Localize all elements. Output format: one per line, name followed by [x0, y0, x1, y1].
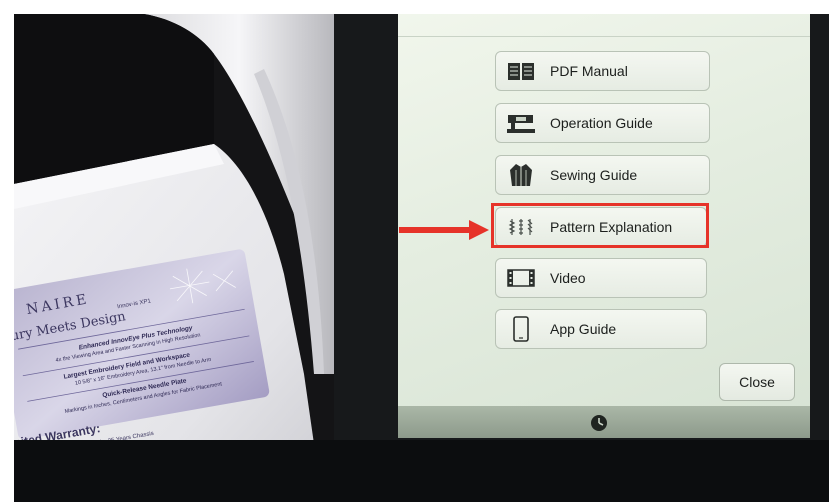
photo: NAIRE Innov-is XP1 ury Meets Design Enha…: [0, 0, 829, 502]
screen-bottom-bar: [398, 406, 810, 438]
highlight-box: [491, 203, 709, 248]
film-icon: [504, 264, 538, 292]
video-button[interactable]: Video: [495, 258, 707, 298]
image-border-top: [0, 0, 829, 14]
arrow-right-icon: [399, 220, 489, 240]
operation-guide-button[interactable]: Operation Guide: [495, 103, 710, 143]
operation-guide-label: Operation Guide: [550, 115, 653, 131]
machine-base-shadow: [14, 440, 829, 502]
app-guide-button[interactable]: App Guide: [495, 309, 707, 349]
video-label: Video: [550, 270, 586, 286]
sewing-guide-label: Sewing Guide: [550, 167, 638, 183]
sewing-guide-button[interactable]: Sewing Guide: [495, 155, 710, 195]
book-icon: [504, 57, 538, 85]
sewing-machine-icon: [504, 109, 538, 137]
phone-icon: [504, 315, 538, 343]
shirt-icon: [504, 161, 538, 189]
clock-icon[interactable]: [590, 414, 608, 432]
close-button[interactable]: Close: [719, 363, 795, 401]
app-guide-label: App Guide: [550, 321, 617, 337]
pdf-manual-button[interactable]: PDF Manual: [495, 51, 710, 91]
sewing-machine-illustration: NAIRE Innov-is XP1 ury Meets Design Enha…: [14, 14, 334, 502]
sewing-machine-body: NAIRE Innov-is XP1 ury Meets Design Enha…: [14, 14, 334, 502]
screen-top-divider: [398, 36, 810, 37]
image-border-left: [0, 0, 14, 502]
pdf-manual-label: PDF Manual: [550, 63, 628, 79]
